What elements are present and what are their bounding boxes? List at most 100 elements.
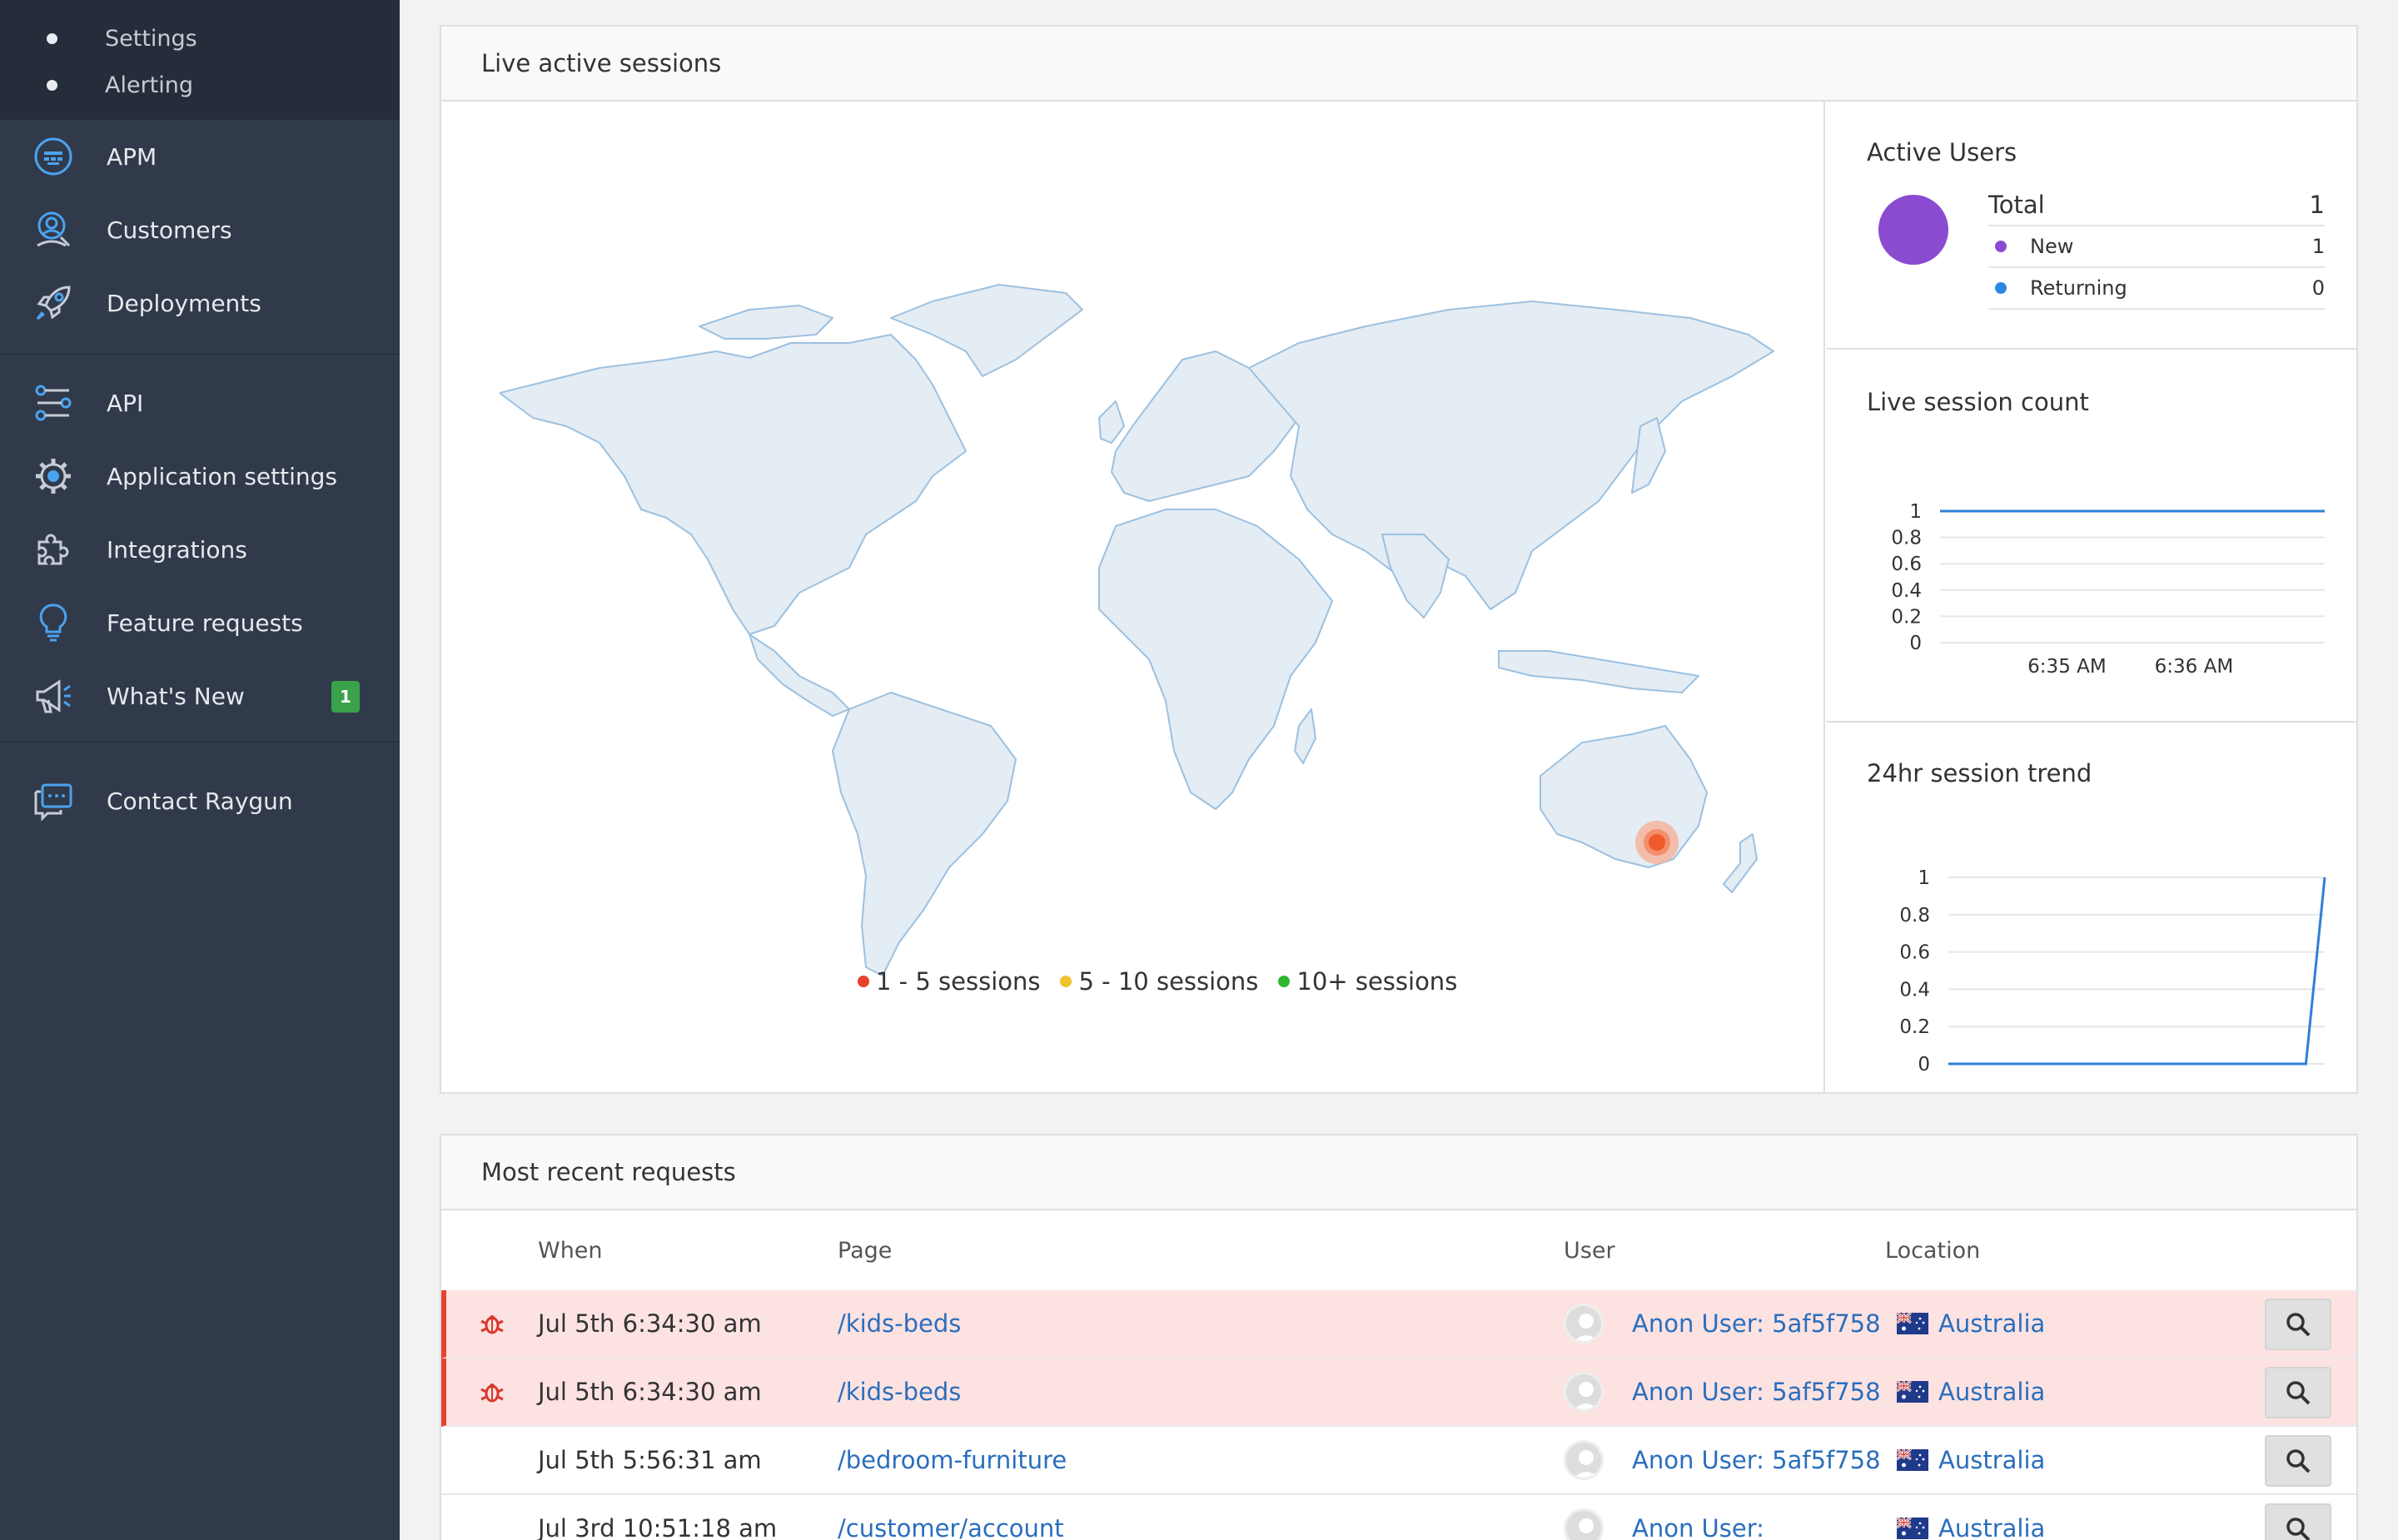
sidebar-item-api[interactable]: API (0, 366, 400, 440)
subnav-item-alerting[interactable]: Alerting (0, 62, 400, 108)
y-tick-label: 1 (1909, 501, 1922, 523)
api-icon (32, 381, 75, 425)
table-row[interactable]: Jul 5th 6:34:30 am/kids-beds Anon User: 5… (441, 1359, 2356, 1427)
legend-item: 5 - 10 sessions (1060, 967, 1258, 996)
map-legend: 1 - 5 sessions 5 - 10 sessions 10+ sessi… (441, 967, 1823, 996)
sidebar-item-feature-requests[interactable]: Feature requests (0, 586, 400, 659)
sidebar-item-apm[interactable]: APM (0, 120, 400, 193)
view-request-button[interactable] (2265, 1435, 2331, 1487)
live-session-count-chart: 0 0.2 0.4 0.6 0.8 1 6:35 AM 6:36 AM (1891, 501, 2325, 678)
view-request-button[interactable] (2265, 1299, 2331, 1350)
search-icon (2286, 1313, 2311, 1337)
request-page-link[interactable]: /bedroom-furniture (838, 1427, 1067, 1493)
legend-green-dot (1278, 976, 1291, 987)
y-tick-label: 0 (1909, 633, 1922, 654)
apm-icon (32, 135, 75, 178)
column-header-page[interactable]: Page (838, 1238, 892, 1264)
table-row[interactable]: Jul 5th 6:34:30 am/kids-beds Anon User: 5… (441, 1290, 2356, 1359)
sidebar-item-label: Application settings (107, 462, 338, 490)
legend-item: 1 - 5 sessions (858, 967, 1040, 996)
map-africa (1098, 509, 1333, 810)
table-row[interactable]: Jul 5th 5:56:31 am/bedroom-furniture Anon… (441, 1427, 2356, 1495)
session-trend-section: 24hr session trend 0 0.2 0.4 0.6 0.8 1 (1827, 723, 2358, 1092)
sidebar-item-label: Customers (107, 216, 232, 244)
sidebar-group-support: Contact Raygun (0, 743, 400, 837)
view-request-button[interactable] (2265, 1367, 2331, 1418)
new-users-dot (1995, 241, 2007, 252)
user-link[interactable]: Anon User: 5af5f758 (1632, 1359, 1881, 1425)
legend-item: 10+ sessions (1278, 967, 1457, 996)
request-time: Jul 5th 6:34:30 am (538, 1378, 762, 1406)
australia-flag-icon (1897, 1359, 1928, 1425)
avatar (1564, 1290, 1604, 1357)
request-time: Jul 5th 5:56:31 am (538, 1446, 762, 1474)
map-asia (1248, 301, 1774, 610)
sidebar-item-deployments[interactable]: Deployments (0, 266, 400, 340)
subnav-item-label: Settings (105, 25, 197, 52)
x-tick-label: 6:35 AM (2027, 656, 2107, 678)
panel-title: Most recent requests (441, 1135, 2356, 1210)
bullet-icon (47, 79, 57, 91)
map-indonesia (1498, 650, 1699, 693)
view-request-button[interactable] (2265, 1503, 2331, 1540)
panel-title: Live active sessions (441, 27, 2356, 102)
megaphone-icon (32, 674, 75, 718)
location-link[interactable]: Australia (1938, 1359, 2045, 1425)
avatar (1564, 1495, 1604, 1540)
sidebar-item-whats-new[interactable]: What's New 1 (0, 659, 400, 733)
lightbulb-icon (32, 601, 75, 644)
request-page-link[interactable]: /kids-beds (838, 1290, 961, 1357)
australia-flag-icon (1897, 1290, 1928, 1357)
australia-flag-icon (1897, 1495, 1928, 1540)
legend-yellow-dot (1060, 976, 1072, 987)
sidebar-item-application-settings[interactable]: Application settings (0, 440, 400, 513)
active-users-table: Total 1 New 1 Returning 0 (1988, 185, 2325, 310)
y-tick-label: 0 (1918, 1054, 1930, 1076)
location-link[interactable]: Australia (1938, 1290, 2045, 1357)
sidebar-group-settings: API Application settings Integrations Fe… (0, 355, 400, 743)
world-map-area: 1 - 5 sessions 5 - 10 sessions 10+ sessi… (441, 102, 1825, 1092)
sessions-side-column: Active Users Total 1 New 1 Returning 0 L… (1827, 102, 2358, 1092)
bullet-icon (47, 32, 57, 44)
returning-users-row: Returning 0 (1988, 268, 2325, 310)
search-icon (2286, 1381, 2311, 1405)
table-row[interactable]: Jul 3rd 10:51:18 am/customer/account Anon… (441, 1495, 2356, 1540)
world-map[interactable] (500, 260, 1782, 992)
active-users-title: Active Users (1867, 138, 2017, 166)
user-link[interactable]: Anon User: 5af5f758 (1632, 1290, 1881, 1357)
map-australia (1540, 725, 1708, 868)
location-link[interactable]: Australia (1938, 1495, 2045, 1540)
column-header-when[interactable]: When (538, 1238, 603, 1264)
sidebar-item-integrations[interactable]: Integrations (0, 513, 400, 586)
bug-icon (480, 1290, 505, 1357)
live-session-count-section: Live session count 0 0.2 0.4 0.6 0.8 1 6:35 AM… (1827, 350, 2358, 723)
user-link[interactable]: Anon User: 5af5f758 (1632, 1427, 1881, 1493)
location-link[interactable]: Australia (1938, 1427, 2045, 1493)
map-greenland (890, 284, 1083, 377)
bug-icon (480, 1359, 505, 1425)
user-link[interactable]: Anon User: (1632, 1495, 1764, 1540)
rocket-icon (32, 281, 75, 325)
column-header-user[interactable]: User (1564, 1238, 1615, 1264)
map-madagascar (1294, 708, 1316, 764)
new-users-row: New 1 (1988, 226, 2325, 268)
sidebar-item-contact-raygun[interactable]: Contact Raygun (0, 764, 400, 837)
sidebar-group-main: APM Customers Deployments (0, 120, 400, 355)
live-sessions-panel: Live active sessions 1 - 5 sessions 5 - … (440, 25, 2358, 1094)
recent-requests-panel: Most recent requests When Page User Loca… (440, 1134, 2358, 1540)
sidebar-item-customers[interactable]: Customers (0, 193, 400, 266)
y-tick-label: 0.2 (1891, 606, 1922, 628)
new-users-value: 1 (2311, 235, 2325, 258)
request-page-link[interactable]: /kids-beds (838, 1359, 961, 1425)
y-tick-label: 0.2 (1899, 1016, 1930, 1038)
australia-flag-icon (1897, 1427, 1928, 1493)
request-page-link[interactable]: /customer/account (838, 1495, 1064, 1540)
requests-table-header: When Page User Location (441, 1210, 2356, 1290)
x-tick-label: 6:36 AM (2155, 656, 2234, 678)
y-tick-label: 0.8 (1891, 528, 1922, 549)
column-header-location[interactable]: Location (1885, 1238, 1980, 1264)
new-users-label: New (2030, 235, 2074, 258)
subnav-item-settings[interactable]: Settings (0, 15, 400, 62)
map-south-america (832, 692, 1017, 976)
sidebar-item-label: Feature requests (107, 609, 303, 637)
